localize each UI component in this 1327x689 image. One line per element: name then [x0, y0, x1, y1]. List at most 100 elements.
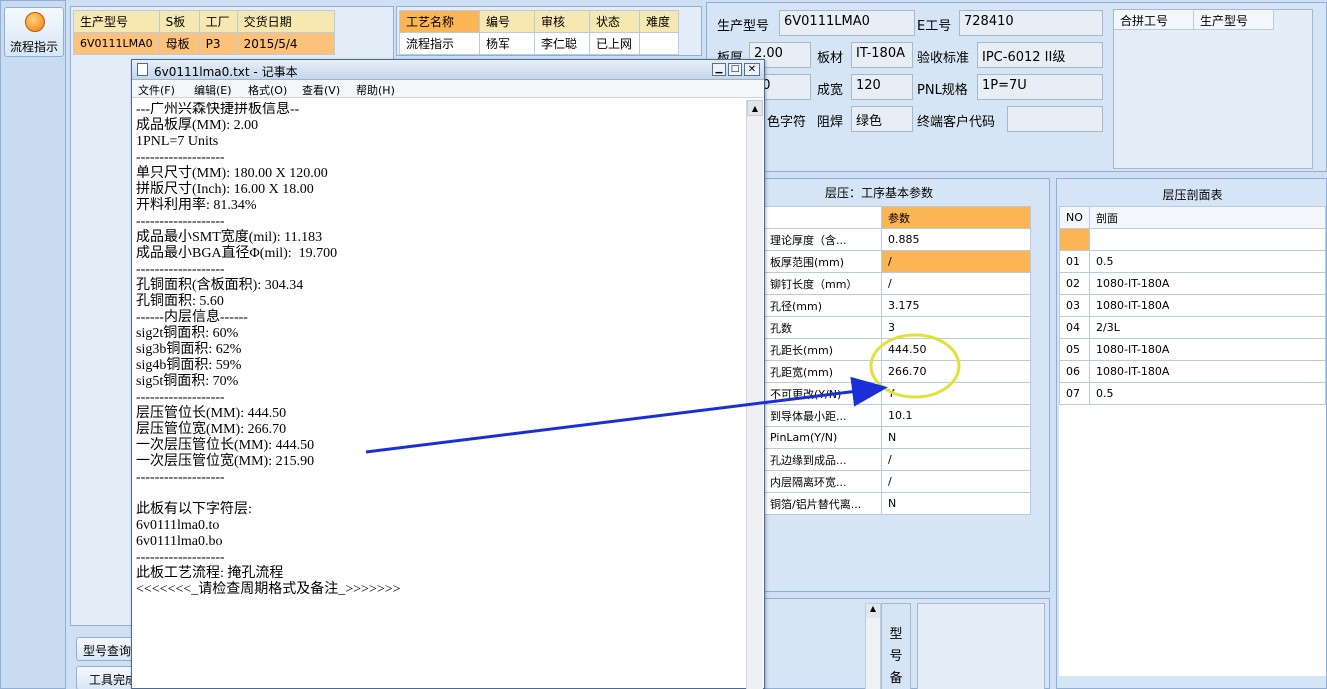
table-row[interactable]: 05 1080-IT-180A — [1059, 338, 1326, 361]
material-field[interactable]: IT-180A — [851, 42, 913, 68]
lamination-params-table: 参数 理论厚度（含... 0.885 板厚范围(mm) / 铆钉长度（mm） / 孔径(mm… — [763, 206, 1031, 515]
notepad-text-area[interactable]: ---广州兴森快捷拼板信息-- 成品板厚(MM): 2.00 1PNL=7 Unit… — [136, 102, 742, 688]
table-row[interactable]: 孔边缘到成品... / — [763, 448, 1031, 471]
char-color-label: 色字符 — [767, 115, 807, 130]
model-query-label: 型号查询 — [83, 644, 132, 658]
col-header-factory[interactable]: 工厂 — [198, 10, 238, 33]
text-line: ------------------- — [136, 150, 225, 165]
text-line: 此板工艺流程: 掩孔流程 — [136, 566, 284, 581]
cell-number: 杨军 — [479, 32, 535, 55]
model-field[interactable]: 6V0111LMA0 — [779, 10, 915, 36]
close-button[interactable]: ✕ — [744, 63, 760, 76]
menu-edit[interactable]: 编辑(E) — [194, 82, 232, 98]
table-row[interactable]: 铆钉长度（mm） / — [763, 272, 1031, 295]
table-row[interactable]: 孔数 3 — [763, 316, 1031, 339]
table-row[interactable]: 02 1080-IT-180A — [1059, 272, 1326, 295]
table-row[interactable]: 理论厚度（含... 0.885 — [763, 228, 1031, 251]
table-row[interactable]: 01 0.5 — [1059, 250, 1326, 273]
table-row[interactable]: 不可更改(Y/N) Y — [763, 382, 1031, 405]
merge-table: 合拼工号 生产型号 — [1113, 9, 1313, 169]
text-line: 孔铜面积(含板面积): 304.34 — [136, 278, 304, 293]
col-header-difficulty[interactable]: 难度 — [639, 10, 679, 33]
text-line: sig4b铜面积: 59% — [136, 358, 242, 373]
col-header-sboard[interactable]: S板 — [158, 10, 200, 33]
text-line: 6v0111lma0.to — [136, 518, 220, 533]
cell-profile: 1080-IT-180A — [1089, 338, 1326, 361]
solder-mask-field[interactable]: 绿色 — [851, 106, 913, 132]
table-row[interactable]: 03 1080-IT-180A — [1059, 294, 1326, 317]
notepad-titlebar[interactable]: 6v0111lma0.txt - 记事本 ▁ □ ✕ — [132, 60, 764, 80]
col-header-no[interactable]: NO — [1059, 206, 1090, 229]
tool-done-label: 工具完成 — [89, 673, 136, 687]
cell-no: 03 — [1059, 294, 1090, 317]
left-toolbar: 流程指示 — [0, 0, 66, 689]
text-line: sig5t铜面积: 70% — [136, 374, 239, 389]
cell-process: 流程指示 — [399, 32, 480, 55]
param-name: 铆钉长度（mm） — [763, 272, 882, 295]
col-header-review[interactable]: 审核 — [534, 10, 590, 33]
text-line: 此板有以下字符层: — [136, 502, 252, 517]
text-line: 成品最小BGA直径Φ(mil): 19.700 — [136, 246, 338, 261]
pnl-spec-field[interactable]: 1P=7U — [977, 74, 1103, 100]
table-row[interactable]: PinLam(Y/N) N — [763, 426, 1031, 449]
menu-view[interactable]: 查看(V) — [302, 82, 340, 98]
remark-label-char: 型 — [889, 627, 903, 642]
maximize-button[interactable]: □ — [728, 63, 742, 76]
accept-standard-field[interactable]: IPC-6012 II级 — [977, 42, 1103, 68]
param-value: 3.175 — [881, 294, 1031, 317]
tool-done-button[interactable]: 工具完成 — [76, 666, 136, 689]
table-row[interactable]: 06 1080-IT-180A — [1059, 360, 1326, 383]
notepad-scrollbar[interactable]: ▲ — [746, 100, 763, 689]
text-line: 拼版尺寸(Inch): 16.00 X 18.00 — [136, 182, 314, 197]
merge-header-job[interactable]: 合拼工号 — [1114, 10, 1194, 30]
table-row[interactable]: 到导体最小距... 10.1 — [763, 404, 1031, 427]
menu-format[interactable]: 格式(O) — [248, 82, 287, 98]
table-row[interactable]: 孔距长(mm) 444.50 — [763, 338, 1031, 361]
table-row[interactable]: 孔径(mm) 3.175 — [763, 294, 1031, 317]
param-name: 内层隔离环宽... — [763, 470, 882, 493]
merge-header-model[interactable]: 生产型号 — [1194, 10, 1274, 30]
col-header-status[interactable]: 状态 — [589, 10, 640, 33]
flow-indicator-button[interactable]: 流程指示 — [4, 7, 64, 57]
table-row[interactable]: 铜箔/铝片替代离... N — [763, 492, 1031, 515]
col-header-param-value[interactable]: 参数 — [881, 206, 1031, 229]
table-row[interactable]: 04 2/3L — [1059, 316, 1326, 339]
model-label: 生产型号 — [717, 19, 770, 34]
text-line: 开料利用率: 81.34% — [136, 198, 257, 213]
width-label: 成宽 — [817, 83, 844, 98]
menu-file[interactable]: 文件(F) — [138, 82, 175, 98]
text-line: ------------------- — [136, 550, 225, 565]
table-row[interactable]: 孔距宽(mm) 266.70 — [763, 360, 1031, 383]
menu-help[interactable]: 帮助(H) — [356, 82, 395, 98]
table-row[interactable]: 流程指示 杨军 李仁聪 已上网 — [399, 32, 679, 55]
cell-review: 李仁聪 — [534, 32, 590, 55]
param-value: 10.1 — [881, 404, 1031, 427]
col-header-profile[interactable]: 剖面 — [1089, 206, 1326, 229]
cell-profile: 1080-IT-180A — [1089, 272, 1326, 295]
col-header-number[interactable]: 编号 — [479, 10, 535, 33]
text-line: ------------------- — [136, 214, 225, 229]
e-number-field[interactable]: 728410 — [959, 10, 1103, 36]
scroll-up-icon[interactable]: ▲ — [747, 100, 763, 116]
text-line: 一次层压管位宽(MM): 215.90 — [136, 454, 315, 469]
col-header-process[interactable]: 工艺名称 — [399, 10, 480, 33]
table-row[interactable]: 6V0111LMA0 母板 P3 2015/5/4 — [73, 32, 336, 55]
minimize-button[interactable]: ▁ — [712, 63, 726, 76]
notepad-window: 6v0111lma0.txt - 记事本 ▁ □ ✕ 文件(F) 编辑(E) 格… — [131, 59, 765, 689]
cell-sboard: 母板 — [158, 32, 200, 55]
material-label: 板材 — [817, 51, 844, 66]
remark-area[interactable] — [917, 603, 1045, 689]
col-header-model[interactable]: 生产型号 — [73, 10, 160, 33]
cell-delivery: 2015/5/4 — [236, 32, 336, 55]
width-field[interactable]: 120 — [851, 74, 913, 100]
table-row[interactable]: 内层隔离环宽... / — [763, 470, 1031, 493]
table-row[interactable]: 板厚范围(mm) / — [763, 250, 1031, 273]
col-header-delivery[interactable]: 交货日期 — [236, 10, 336, 33]
customer-code-field[interactable] — [1007, 106, 1103, 132]
table-row[interactable] — [1059, 228, 1326, 251]
param-value: 3 — [881, 316, 1031, 339]
scroll-up-icon[interactable]: ▲ — [866, 604, 880, 618]
table-row[interactable]: 07 0.5 — [1059, 382, 1326, 405]
model-query-button[interactable]: 型号查询 — [76, 637, 136, 661]
remark-scrollbar[interactable]: ▲ — [865, 603, 881, 689]
